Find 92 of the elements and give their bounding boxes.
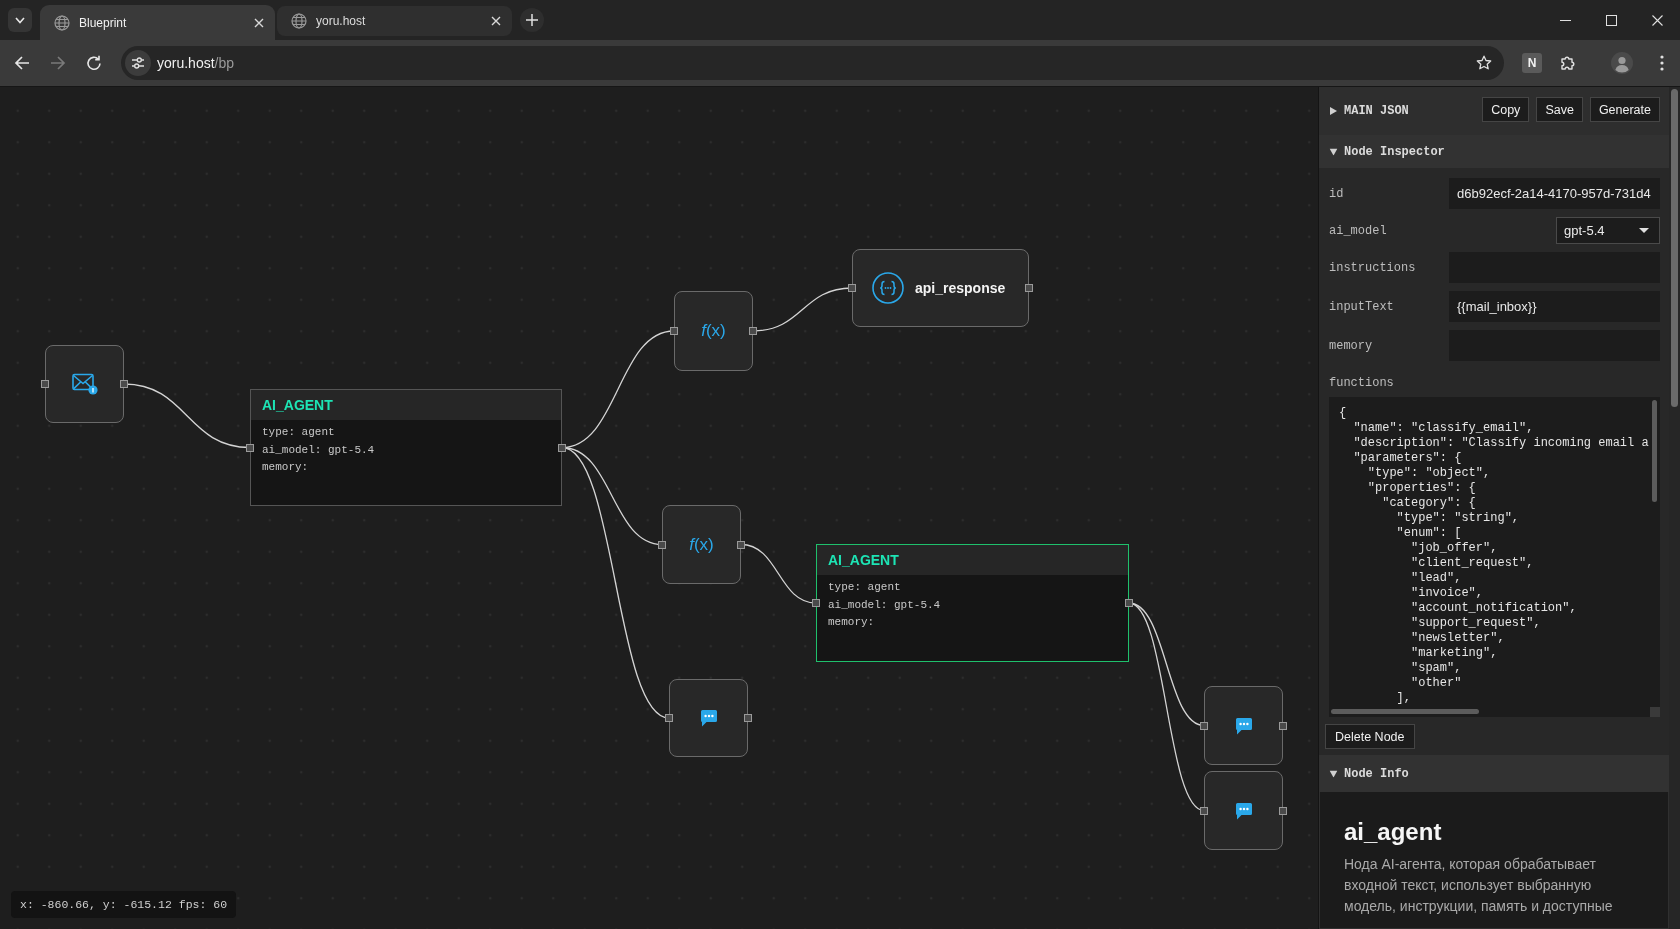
- globe-icon: [54, 14, 70, 31]
- port-handle[interactable]: [749, 327, 757, 335]
- port-handle[interactable]: [665, 714, 673, 722]
- field-label: memory: [1329, 338, 1374, 353]
- star-icon[interactable]: [1476, 55, 1492, 71]
- message-node[interactable]: [1204, 686, 1283, 765]
- maximize-icon: [1605, 14, 1617, 26]
- chat-bubble-icon: [1234, 716, 1253, 735]
- agent-node[interactable]: AI_AGENT type: agent ai_model: gpt-5.4 memory:: [816, 544, 1129, 662]
- field-label: functions: [1329, 376, 1395, 390]
- back-arrow-icon: [14, 55, 30, 71]
- envelope-icon: [71, 373, 98, 395]
- panel-button[interactable]: Generate: [1589, 97, 1660, 122]
- port-handle[interactable]: [1200, 721, 1208, 730]
- browser-tab[interactable]: Blueprint: [40, 5, 275, 40]
- agent-node[interactable]: AI_AGENT type: agent ai_model: gpt-5.4 memory:: [250, 389, 562, 506]
- extension-button[interactable]: N: [1522, 53, 1542, 73]
- site-settings-icon[interactable]: [125, 50, 151, 76]
- scrollbar[interactable]: [1652, 400, 1657, 502]
- section-toggle[interactable]: Node Inspector: [1330, 144, 1445, 159]
- profile-button[interactable]: [1608, 49, 1636, 77]
- chevron-down-icon: [15, 16, 25, 24]
- braces-icon: [872, 272, 904, 304]
- menu-icon: [1660, 55, 1664, 71]
- browser-tab[interactable]: yoru.host: [277, 6, 512, 36]
- port-handle[interactable]: [1279, 806, 1287, 815]
- panel-button[interactable]: Save: [1536, 97, 1583, 122]
- section-toggle[interactable]: MAIN JSON: [1330, 104, 1409, 118]
- globe-icon: [291, 13, 307, 29]
- port-handle[interactable]: [1200, 806, 1208, 815]
- close-icon: [1651, 14, 1663, 26]
- port-handle[interactable]: [120, 380, 128, 388]
- model-select[interactable]: gpt-5.4: [1556, 217, 1660, 244]
- panel-button[interactable]: Copy: [1482, 97, 1530, 122]
- minimize-icon: [1559, 19, 1571, 21]
- function-label: f(x): [689, 534, 714, 555]
- delete-node-button[interactable]: Delete Node: [1325, 724, 1415, 749]
- coordinates-readout: x: -860.66, y: -615.12 fps: 60: [11, 891, 237, 918]
- chat-bubble-icon: [699, 709, 718, 727]
- node-property: memory:: [828, 615, 876, 630]
- address-bar[interactable]: yoru.host/bp: [121, 46, 1504, 80]
- reload-icon: [86, 55, 102, 71]
- port-handle[interactable]: [812, 599, 820, 607]
- text-input[interactable]: d6b92ecf-2a14-4170-957d-731d4: [1449, 178, 1660, 209]
- port-handle[interactable]: [744, 714, 752, 722]
- message-node[interactable]: [669, 679, 748, 757]
- puzzle-icon: [1560, 55, 1576, 71]
- node-property: memory:: [262, 460, 310, 475]
- function-label: f(x): [701, 321, 726, 341]
- node-property: ai_model: gpt-5.4: [828, 597, 942, 613]
- tab-search-button[interactable]: [8, 8, 32, 32]
- field-label: id: [1329, 186, 1345, 201]
- plus-icon: [526, 14, 538, 26]
- port-handle[interactable]: [246, 443, 254, 452]
- scrollbar-corner: [1650, 707, 1660, 717]
- node-info-heading: ai_agent: [1344, 818, 1443, 846]
- port-handle[interactable]: [1279, 721, 1287, 730]
- node-description: Нода AI-агента, которая обрабатывает входной текст, использует выбранную модель, инструкции, память и доступные: [1344, 855, 1614, 916]
- avatar-icon: [1611, 52, 1633, 74]
- port-handle[interactable]: [670, 327, 678, 335]
- close-icon[interactable]: [254, 17, 264, 28]
- message-node[interactable]: [1204, 771, 1283, 850]
- function-node[interactable]: f(x): [662, 505, 741, 584]
- node-property: type: agent: [828, 580, 902, 595]
- field-label: ai_model: [1329, 223, 1388, 238]
- scrollbar[interactable]: [1671, 89, 1678, 407]
- function-node[interactable]: f(x): [674, 291, 753, 371]
- scrollbar[interactable]: [1331, 709, 1479, 714]
- node-property: type: agent: [262, 425, 336, 440]
- port-handle[interactable]: [658, 540, 666, 549]
- port-handle[interactable]: [558, 443, 566, 452]
- node-property: ai_model: gpt-5.4: [262, 442, 376, 458]
- code-editor[interactable]: { "name": "classify_email", "description": "Classify incoming email a "parameters": { "type": "object", "properties": { "category": { "type": "string", "enum": [ "job_offer", "client_request", "lead", "invoice", "account_notification", "support_request", "newsletter", "marketing", "spam", "other" ],: [1329, 397, 1660, 717]
- section-toggle[interactable]: Node Info: [1330, 766, 1409, 781]
- port-handle[interactable]: [737, 540, 745, 549]
- chat-bubble-icon: [1234, 801, 1253, 820]
- text-input[interactable]: {{mail_inbox}}: [1449, 291, 1660, 322]
- forward-arrow-icon: [50, 55, 66, 71]
- response-node[interactable]: api_response: [852, 249, 1029, 327]
- port-handle[interactable]: [1125, 599, 1133, 607]
- port-handle[interactable]: [1025, 284, 1033, 292]
- port-handle[interactable]: [848, 284, 856, 292]
- dropdown-caret-icon: [1639, 228, 1649, 233]
- node-title: AI_AGENT: [828, 552, 899, 568]
- port-handle[interactable]: [41, 380, 49, 388]
- new-tab-button[interactable]: [520, 8, 544, 32]
- field-label: inputText: [1329, 299, 1395, 314]
- field-label: instructions: [1329, 260, 1417, 275]
- mail-node[interactable]: [45, 345, 124, 423]
- node-title: AI_AGENT: [262, 397, 333, 413]
- close-icon[interactable]: [491, 16, 501, 26]
- node-label: api_response: [915, 280, 1006, 296]
